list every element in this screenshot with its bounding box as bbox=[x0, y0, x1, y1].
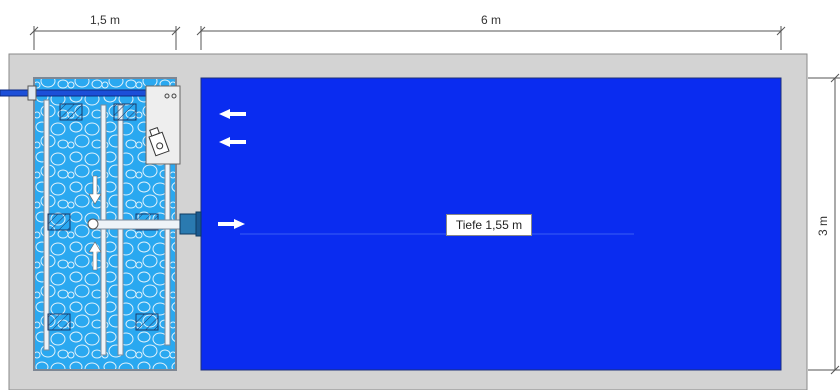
pool-depth-label: Tiefe 1,55 m bbox=[446, 214, 532, 236]
dimension-pool-length-label: 6 m bbox=[481, 13, 501, 27]
dimension-filter-width bbox=[29, 26, 181, 50]
dimension-pool-width-label: 3 m bbox=[816, 216, 830, 236]
dimension-filter-width-label: 1,5 m bbox=[90, 13, 120, 27]
dimension-pool-length bbox=[196, 26, 786, 50]
pool-plan-diagram: 1,5 m 6 m 3 m bbox=[0, 13, 840, 390]
